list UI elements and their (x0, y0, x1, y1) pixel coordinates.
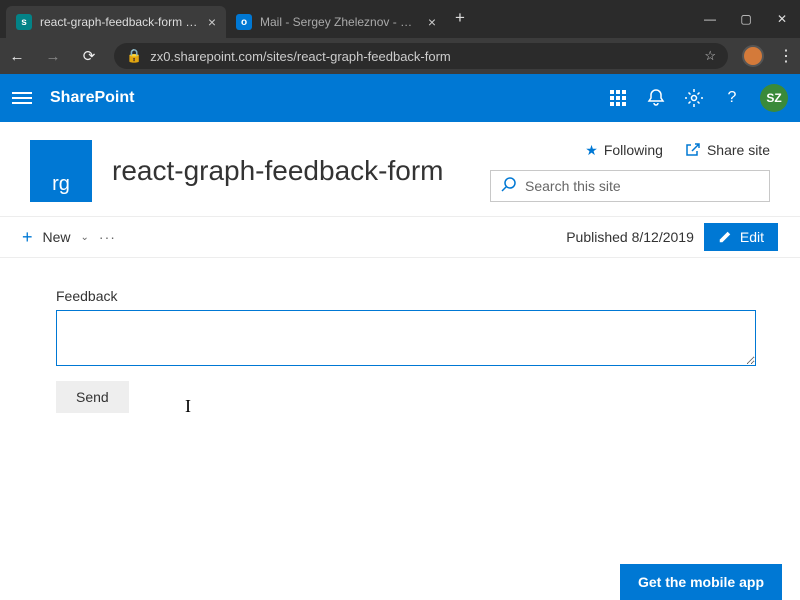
gear-icon[interactable] (684, 88, 704, 108)
extension-icon[interactable] (742, 45, 764, 67)
edit-button[interactable]: Edit (704, 223, 778, 251)
suite-header: SharePoint ? SZ (0, 74, 800, 122)
search-placeholder: Search this site (525, 178, 621, 194)
tab-title: Mail - Sergey Zheleznov - Outlo (260, 15, 420, 29)
browser-tab-strip: s react-graph-feedback-form - Ho × o Mai… (0, 0, 800, 38)
outlook-favicon: o (236, 14, 252, 30)
pencil-icon (718, 230, 732, 244)
forward-icon[interactable]: → (42, 48, 64, 65)
reload-icon[interactable]: ⟳ (78, 47, 100, 65)
feedback-textarea[interactable] (56, 310, 756, 366)
new-tab-button[interactable]: + (446, 8, 474, 30)
close-icon[interactable]: × (208, 15, 216, 29)
new-button[interactable]: New (43, 229, 71, 245)
search-icon (501, 176, 517, 195)
plus-icon: + (22, 227, 33, 248)
page-content: Feedback Send (0, 258, 800, 443)
share-label: Share site (707, 142, 770, 158)
url-text: zx0.sharepoint.com/sites/react-graph-fee… (150, 49, 451, 64)
address-bar[interactable]: 🔒 zx0.sharepoint.com/sites/react-graph-f… (114, 43, 728, 69)
site-actions: ★ Following Share site Search this site (490, 141, 770, 202)
window-controls: — ▢ ✕ (692, 0, 800, 38)
maximize-button[interactable]: ▢ (728, 0, 764, 38)
close-icon[interactable]: × (428, 15, 436, 29)
search-input[interactable]: Search this site (490, 170, 770, 202)
feedback-label: Feedback (56, 288, 744, 304)
following-button[interactable]: ★ Following (585, 142, 663, 159)
tab-title: react-graph-feedback-form - Ho (40, 15, 200, 29)
app-grid-icon[interactable] (608, 88, 628, 108)
sharepoint-brand[interactable]: SharePoint (50, 89, 134, 107)
star-icon: ★ (585, 142, 598, 159)
browser-tab-inactive[interactable]: o Mail - Sergey Zheleznov - Outlo × (226, 6, 446, 38)
chevron-down-icon[interactable]: ⌄ (81, 232, 89, 243)
command-bar: + New ⌄ ··· Published 8/12/2019 Edit (0, 216, 800, 258)
app-launcher-icon[interactable] (12, 92, 32, 104)
edit-label: Edit (740, 229, 764, 245)
share-icon (685, 141, 701, 160)
sharepoint-favicon: s (16, 14, 32, 30)
site-title: react-graph-feedback-form (112, 155, 443, 187)
following-label: Following (604, 142, 663, 158)
browser-nav-bar: ← → ⟳ 🔒 zx0.sharepoint.com/sites/react-g… (0, 38, 800, 74)
browser-tab-active[interactable]: s react-graph-feedback-form - Ho × (6, 6, 226, 38)
published-label: Published 8/12/2019 (566, 229, 694, 245)
notification-icon[interactable] (646, 88, 666, 108)
send-button[interactable]: Send (56, 381, 129, 413)
minimize-button[interactable]: — (692, 0, 728, 38)
help-icon[interactable]: ? (722, 88, 742, 108)
share-site-button[interactable]: Share site (685, 141, 770, 160)
more-icon[interactable]: ··· (99, 229, 116, 245)
site-header: rg react-graph-feedback-form ★ Following… (0, 122, 800, 216)
browser-right-controls: ⋮ (742, 45, 794, 67)
avatar[interactable]: SZ (760, 84, 788, 112)
lock-icon: 🔒 (126, 48, 142, 64)
bookmark-icon[interactable]: ☆ (704, 48, 716, 64)
site-logo[interactable]: rg (30, 140, 92, 202)
get-mobile-app-button[interactable]: Get the mobile app (620, 564, 782, 600)
back-icon[interactable]: ← (6, 48, 28, 65)
close-button[interactable]: ✕ (764, 0, 800, 38)
menu-icon[interactable]: ⋮ (778, 46, 794, 66)
